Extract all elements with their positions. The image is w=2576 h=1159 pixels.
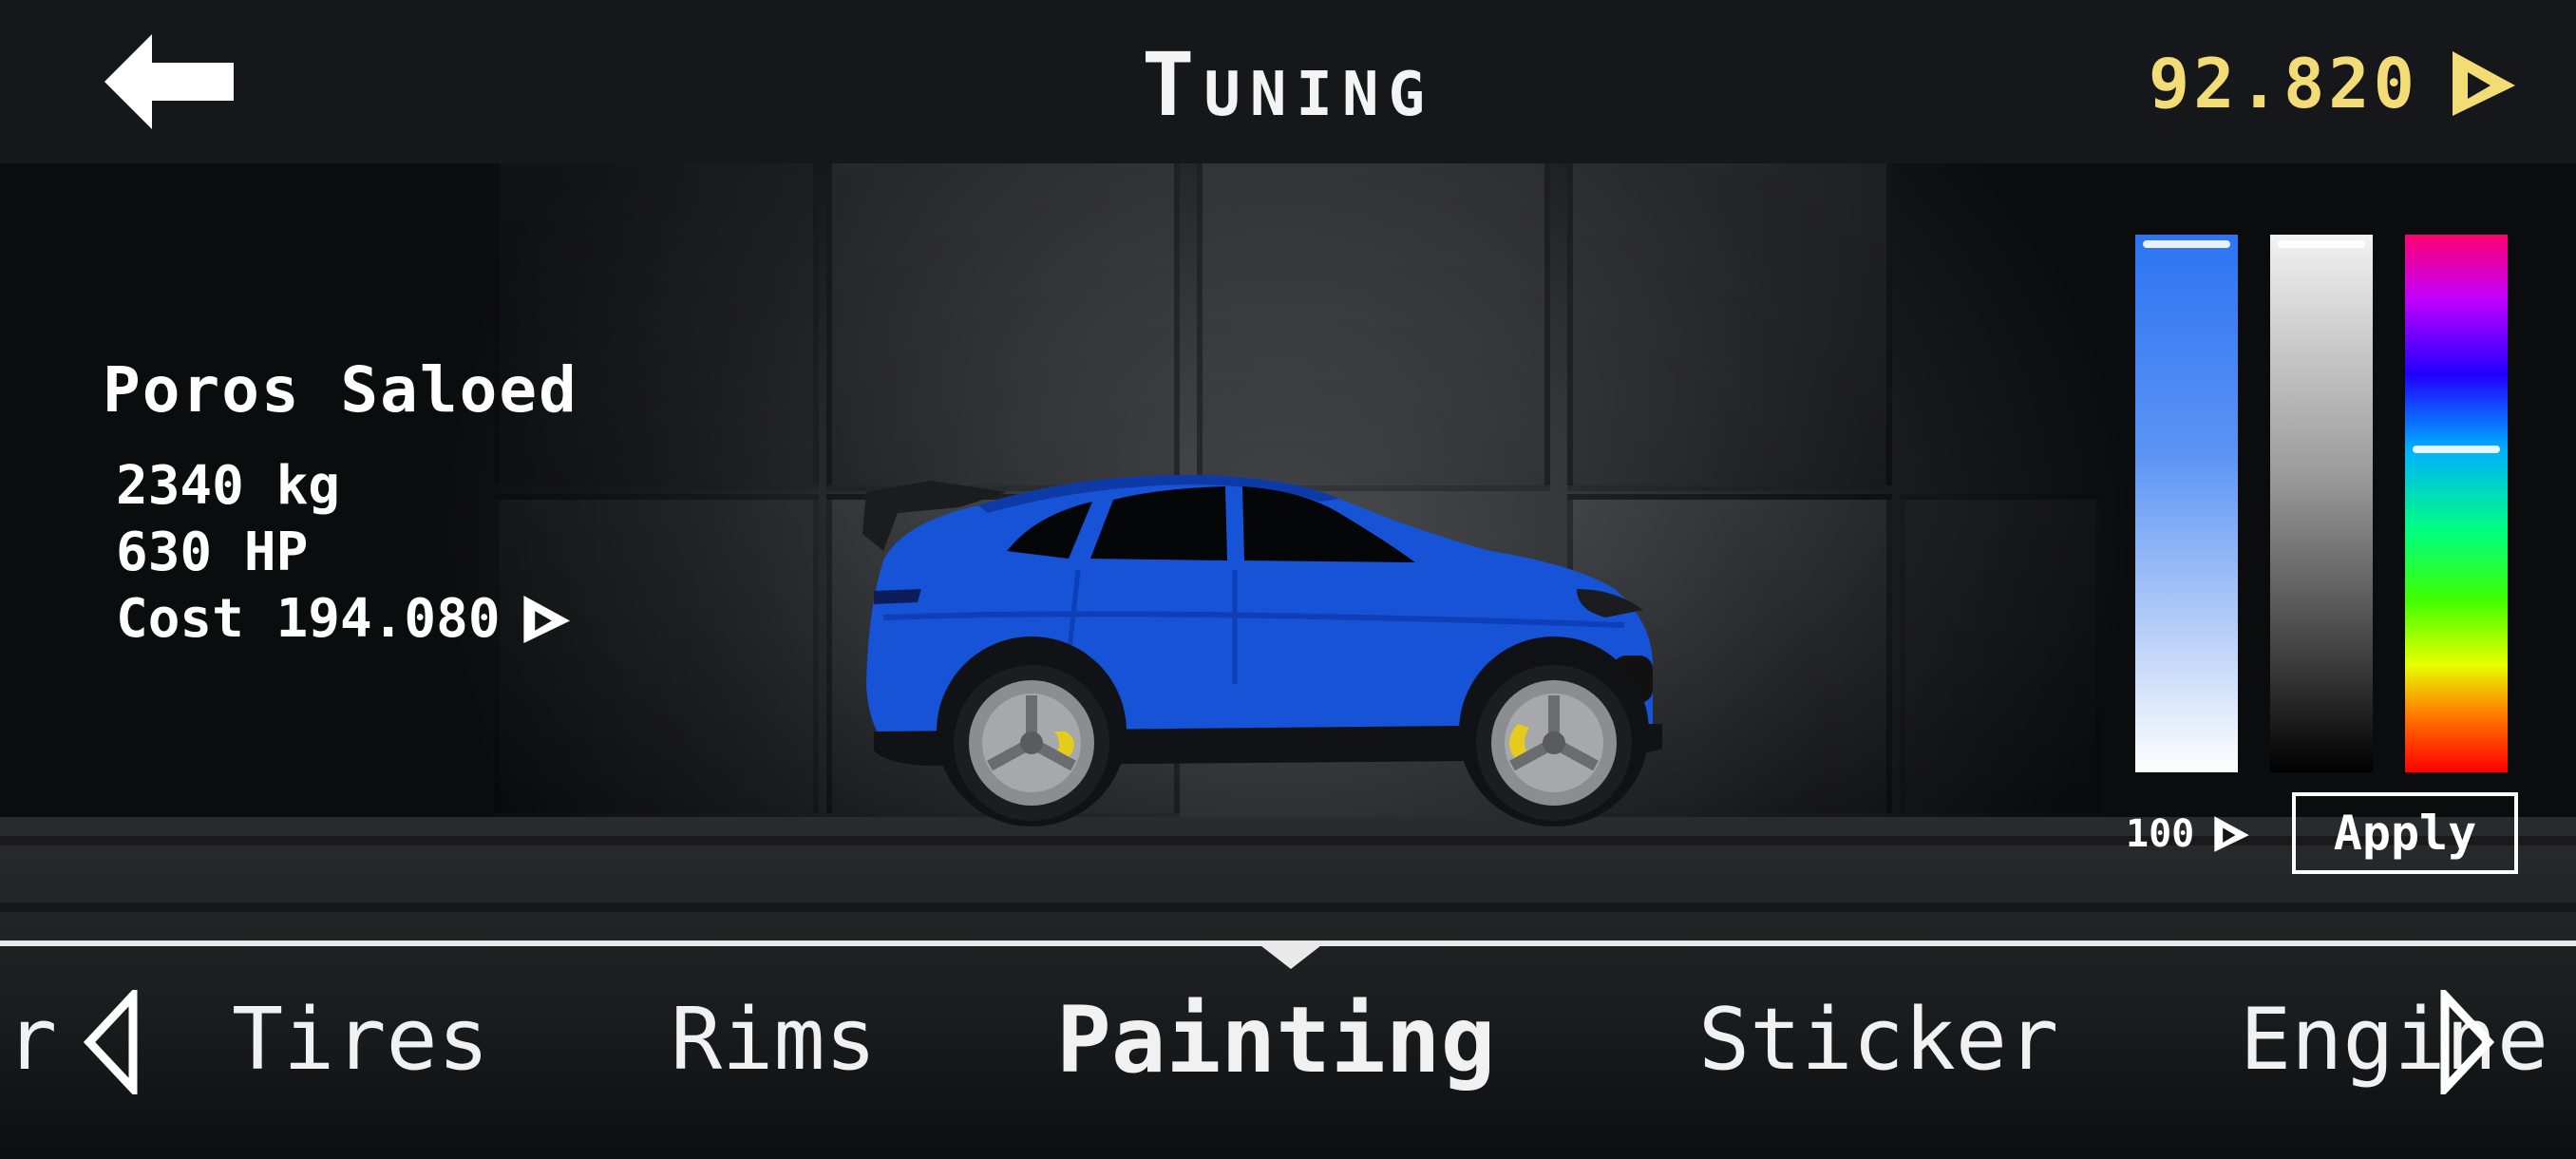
brightness-slider-handle[interactable] [2278,240,2365,248]
car-info: Poros Saloed 2340 kg 630 HP Cost 194.080 [103,353,578,653]
money-amount: 92.820 [2148,44,2418,124]
car-preview [862,475,1662,826]
tab-previous-partial[interactable]: r [6,988,57,1092]
car-name: Poros Saloed [103,353,578,427]
chevron-right-icon[interactable] [2437,990,2494,1094]
tab-engine[interactable]: Engine [2240,988,2548,1092]
front-wheel [1476,665,1632,821]
paint-price: 100 [2126,812,2251,856]
car-cost: Cost 194.080 [116,586,578,653]
car-power: 630 HP [116,522,309,583]
wall-panel [826,157,1180,491]
car-cost-label: Cost 194.080 [116,588,501,650]
tab-tires[interactable]: Tires [232,988,489,1092]
wall-panel [1197,157,1550,491]
wall-panel [1567,157,1892,491]
shade-slider-handle[interactable] [2143,240,2230,248]
floor-stripe [0,902,2576,912]
tab-painting[interactable]: Painting [1056,988,1495,1092]
money-display: 92.820 [2149,38,2519,129]
active-tab-indicator [1257,942,1325,969]
currency-icon [522,595,570,644]
car-weight: 2340 kg [116,455,341,517]
paint-price-value: 100 [2126,812,2195,856]
tab-sticker[interactable]: Sticker [1698,988,2058,1092]
rear-wheel [954,665,1109,821]
hue-slider[interactable] [2405,235,2508,772]
tab-rims[interactable]: Rims [671,988,877,1092]
wall-panel [1900,494,2101,819]
top-bar: Tuning 92.820 [0,0,2576,163]
brightness-slider[interactable] [2270,235,2373,772]
apply-button[interactable]: Apply [2292,792,2518,874]
chevron-left-icon[interactable] [84,990,141,1094]
shade-slider[interactable] [2135,235,2238,772]
currency-icon [2214,816,2250,852]
hue-slider-handle[interactable] [2413,446,2500,453]
currency-icon [2453,51,2515,116]
